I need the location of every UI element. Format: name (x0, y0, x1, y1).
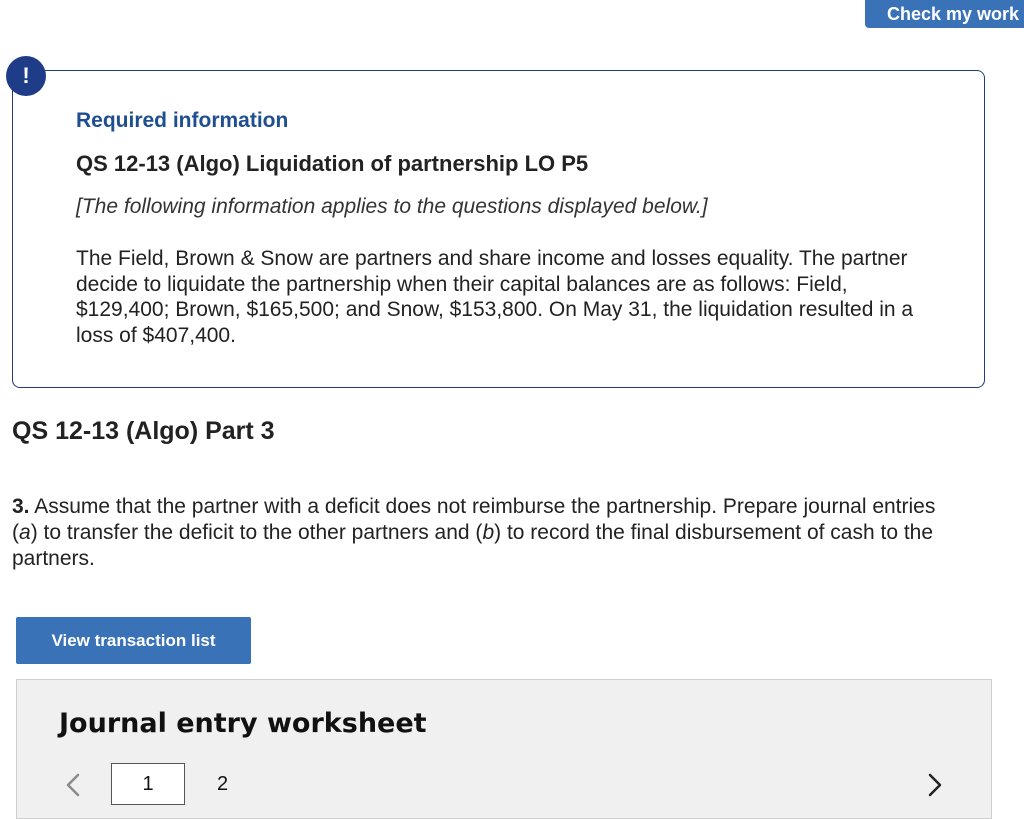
chevron-left-icon[interactable] (61, 770, 85, 800)
worksheet-page-1[interactable]: 1 (111, 763, 185, 805)
view-transaction-list-button[interactable]: View transaction list (16, 617, 251, 664)
journal-entry-worksheet: Journal entry worksheet 1 2 (16, 679, 992, 819)
question-part-a: a (19, 521, 31, 544)
info-note: [The following information applies to th… (76, 195, 708, 218)
required-information-panel: Required information QS 12-13 (Algo) Liq… (12, 70, 985, 388)
question-line-2-mid: ) to transfer the deficit to the other p… (30, 521, 483, 544)
question-number: 3. (12, 495, 30, 518)
question-paren: ( (12, 521, 19, 544)
part-title: QS 12-13 (Algo) Part 3 (12, 417, 275, 445)
check-my-work-button[interactable]: Check my work (865, 0, 1024, 28)
exclamation-icon: ! (6, 56, 46, 96)
question-line-3: partners. (12, 547, 95, 570)
required-information-label: Required information (76, 109, 289, 132)
question-line-2-end: ) to record the final disbursement of ca… (494, 521, 934, 544)
info-body-text: The Field, Brown & Snow are partners and… (76, 247, 914, 347)
worksheet-title: Journal entry worksheet (59, 708, 427, 739)
chevron-right-icon[interactable] (923, 770, 947, 800)
worksheet-page-2[interactable]: 2 (217, 763, 237, 805)
problem-title: QS 12-13 (Algo) Liquidation of partnersh… (76, 151, 589, 176)
question-line-1: Assume that the partner with a deficit d… (34, 495, 936, 518)
question-part-b: b (482, 521, 495, 544)
question-text: 3. Assume that the partner with a defici… (12, 494, 1024, 572)
